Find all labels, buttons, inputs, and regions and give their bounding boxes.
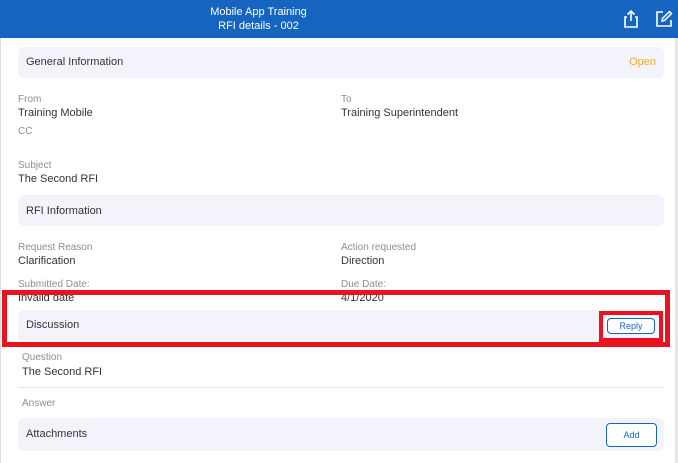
action-requested-value: Direction <box>341 255 385 267</box>
due-date-value: 4/1/2020 <box>341 292 384 304</box>
general-information-section: General Information Open <box>18 47 664 78</box>
reply-button[interactable]: Reply <box>607 318 655 334</box>
question-label: Question <box>22 352 63 363</box>
general-information-label: General Information <box>26 56 124 68</box>
due-date-label: Due Date: <box>341 279 387 290</box>
request-reason-label: Request Reason <box>18 242 93 253</box>
rfi-information-label: RFI Information <box>26 205 102 217</box>
add-attachment-button[interactable]: Add <box>606 423 657 447</box>
left-edge <box>0 38 1 463</box>
to-value: Training Superintendent <box>341 107 459 119</box>
submitted-date-value: Invalid date <box>18 292 75 304</box>
attachments-section: Attachments <box>18 418 664 451</box>
answer-label: Answer <box>22 398 56 409</box>
from-value: Training Mobile <box>18 107 93 119</box>
cc-label: CC <box>18 126 33 137</box>
to-label: To <box>341 94 352 105</box>
discussion-section: Discussion <box>18 310 664 342</box>
app-header: Mobile App Training RFI details - 002 <box>0 0 678 38</box>
header-subtitle: RFI details - 002 <box>218 20 299 32</box>
submitted-date-label: Submitted Date: <box>18 279 90 290</box>
from-label: From <box>18 94 42 105</box>
status-badge: Open <box>629 56 656 68</box>
edit-icon[interactable] <box>654 9 674 29</box>
share-icon[interactable] <box>621 9 641 29</box>
subject-label: Subject <box>18 160 52 171</box>
divider <box>18 387 664 388</box>
action-requested-label: Action requested <box>341 242 417 253</box>
subject-value: The Second RFI <box>18 173 99 185</box>
header-title: Mobile App Training <box>210 6 307 18</box>
attachments-label: Attachments <box>26 428 88 440</box>
rfi-information-section: RFI Information <box>18 195 664 226</box>
discussion-label: Discussion <box>26 319 80 331</box>
question-value: The Second RFI <box>22 366 103 378</box>
request-reason-value: Clarification <box>18 255 76 267</box>
